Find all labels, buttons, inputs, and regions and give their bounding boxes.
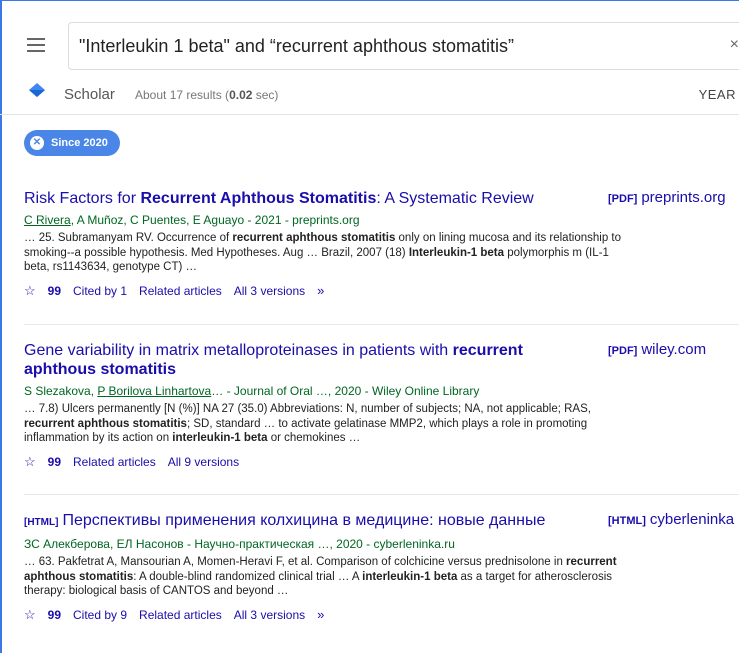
result-authors: C Rivera, A Muñoz, C Puentes, E Aguayo -…	[24, 213, 360, 227]
save-star-icon[interactable]: ☆	[24, 454, 36, 470]
result-actions: ☆ 99 Cited by 1 Related articles All 3 v…	[24, 283, 739, 299]
result-title-link[interactable]: Risk Factors for Recurrent Aphthous Stom…	[24, 189, 584, 208]
result-title-link[interactable]: [HTML] Перспективы применения колхицина в…	[24, 511, 584, 532]
snippet-highlight: recurrent aphthous stomatitis	[24, 417, 187, 430]
snippet-text: : A double-blind randomized clinical tri…	[133, 570, 363, 583]
related-articles-link[interactable]: Related articles	[139, 608, 222, 622]
result-item: Risk Factors for Recurrent Aphthous Stom…	[24, 189, 739, 299]
clear-icon[interactable]: ×	[730, 36, 739, 54]
save-star-icon[interactable]: ☆	[24, 607, 36, 623]
brand-label: Scholar	[64, 86, 115, 103]
remove-filter-icon[interactable]: ✕	[30, 136, 44, 150]
versions-link[interactable]: All 3 versions	[234, 608, 305, 622]
snippet-text: … 63. Pakfetrat A, Mansourian A, Momen-H…	[24, 556, 567, 568]
search-bar: "Interleukin 1 beta" and “recurrent apht…	[0, 0, 739, 72]
search-input[interactable]: "Interleukin 1 beta" and “recurrent apht…	[68, 22, 739, 70]
result-authors: S Slezakova, P Borilova Linhartova… - Jo…	[24, 384, 480, 398]
result-item: Gene variability in matrix metalloprotei…	[24, 324, 739, 470]
html-link[interactable]: [HTML] cyberleninka	[608, 511, 734, 528]
result-item: [HTML] Перспективы применения колхицина в…	[24, 494, 739, 623]
cite-quote-icon[interactable]: 99	[48, 608, 61, 622]
snippet-highlight: interleukin-1 beta	[172, 432, 268, 444]
snippet-text: … 7.8) Ulcers permanently [N (%)] NA 27 …	[24, 403, 591, 415]
result-actions: ☆ 99 Cited by 9 Related articles All 3 v…	[24, 607, 739, 623]
cited-by-link[interactable]: Cited by 1	[73, 284, 127, 298]
result-actions: ☆ 99 Related articles All 9 versions	[24, 454, 739, 470]
save-star-icon[interactable]: ☆	[24, 283, 36, 299]
scholar-logo-icon[interactable]	[28, 82, 46, 100]
pdf-link[interactable]: [PDF] wiley.com	[608, 341, 706, 358]
result-snippet: … 7.8) Ulcers permanently [N (%)] NA 27 …	[24, 402, 624, 446]
related-articles-link[interactable]: Related articles	[73, 455, 156, 469]
search-query-text: "Interleukin 1 beta" and “recurrent apht…	[79, 36, 515, 56]
year-filter-button[interactable]: YEAR	[699, 87, 736, 102]
results-count: About 17 results (0.02 sec)	[135, 88, 279, 102]
cite-quote-icon[interactable]: 99	[48, 284, 61, 298]
related-articles-link[interactable]: Related articles	[139, 284, 222, 298]
result-title-link[interactable]: Gene variability in matrix metalloprotei…	[24, 341, 584, 379]
snippet-text: … 25. Subramanyam RV. Occurrence of	[24, 232, 233, 244]
author-link[interactable]: P Borilova Linhartova	[97, 384, 211, 398]
versions-link[interactable]: All 3 versions	[234, 284, 305, 298]
result-snippet: … 63. Pakfetrat A, Mansourian A, Momen-H…	[24, 555, 624, 599]
result-authors: ЗС Алекберова, ЕЛ Насонов - Научно-практ…	[24, 537, 455, 551]
cited-by-link[interactable]: Cited by 9	[73, 608, 127, 622]
chip-label: Since 2020	[51, 137, 108, 149]
more-double-chevron-icon[interactable]: »	[317, 607, 324, 622]
more-double-chevron-icon[interactable]: »	[317, 283, 324, 298]
snippet-text: or chemokines …	[267, 432, 361, 444]
snippet-highlight: interleukin-1 beta	[362, 570, 458, 583]
snippet-highlight: recurrent aphthous stomatitis	[232, 232, 396, 244]
cite-quote-icon[interactable]: 99	[48, 455, 61, 469]
hamburger-menu-icon[interactable]	[27, 38, 45, 52]
versions-link[interactable]: All 9 versions	[168, 455, 239, 469]
since-2020-chip[interactable]: ✕ Since 2020	[24, 130, 120, 156]
result-snippet: … 25. Subramanyam RV. Occurrence of recu…	[24, 231, 624, 275]
author-link[interactable]: C Rivera	[24, 213, 71, 227]
pdf-link[interactable]: [PDF] preprints.org	[608, 189, 726, 206]
snippet-highlight: Interleukin-1 beta	[408, 246, 505, 259]
